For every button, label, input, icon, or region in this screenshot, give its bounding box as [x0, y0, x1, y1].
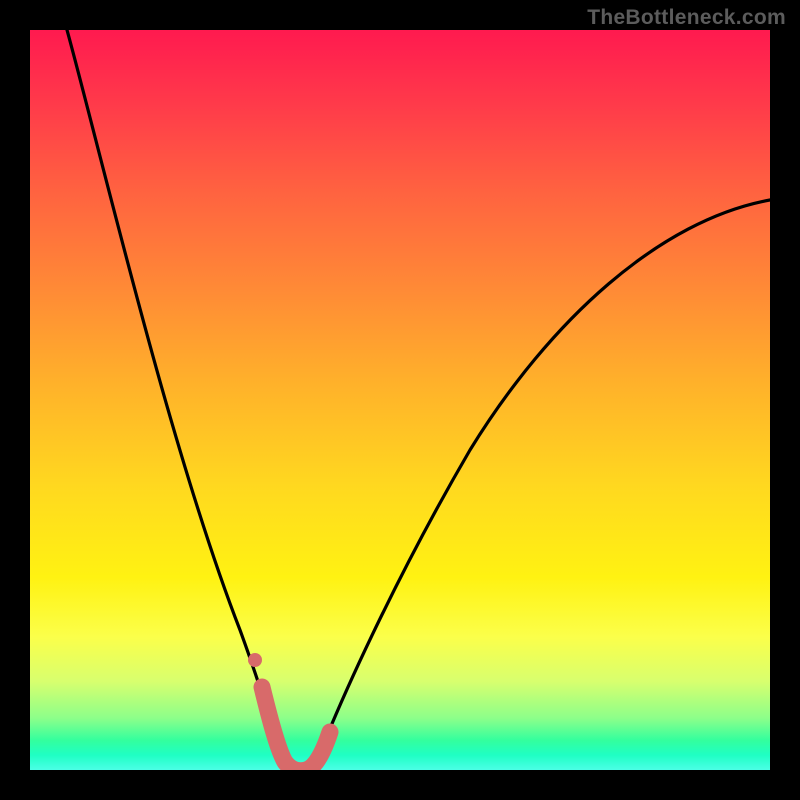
chart-plot-area: [30, 30, 770, 770]
highlight-dot: [248, 653, 262, 667]
highlight-segment: [262, 687, 330, 770]
chart-frame: TheBottleneck.com: [0, 0, 800, 800]
attribution-text: TheBottleneck.com: [587, 6, 786, 30]
chart-svg: [30, 30, 770, 770]
bottleneck-curve: [67, 30, 770, 770]
